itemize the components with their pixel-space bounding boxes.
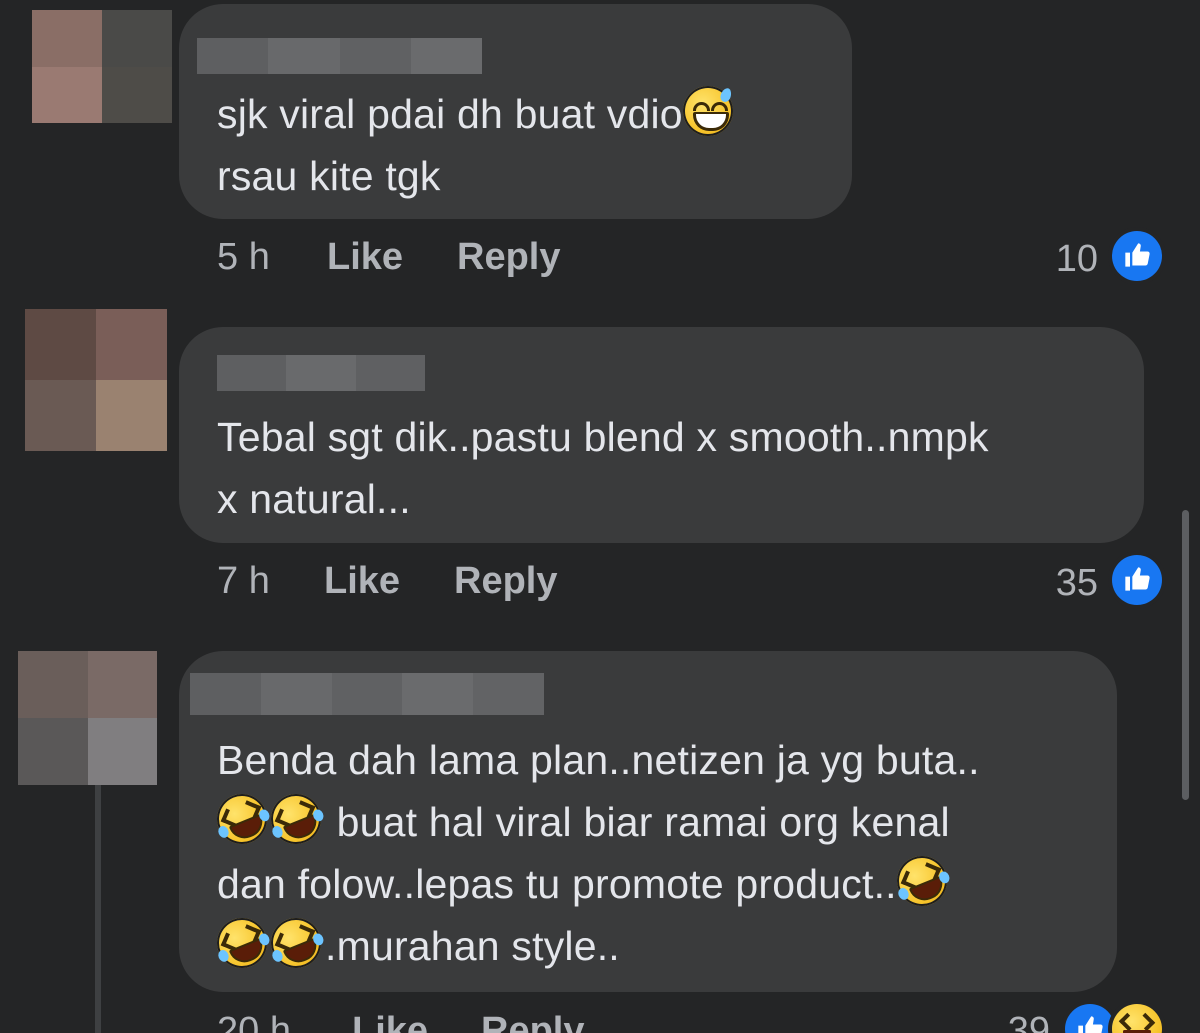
comment-line: dan folow..lepas tu promote product.. [217,861,897,907]
comment-line: Benda dah lama plan..netizen ja yg buta.… [217,737,980,783]
comment-timestamp[interactable]: 5 h [217,236,270,279]
like-icon[interactable] [1112,231,1162,281]
scrollbar-thumb[interactable] [1182,510,1189,800]
like-button[interactable]: Like [324,560,400,603]
rofl-emoji-icon [263,786,329,852]
like-icon[interactable] [1065,1004,1115,1033]
reaction-count[interactable]: 10 [998,238,1098,281]
avatar[interactable] [25,309,167,451]
comment-timestamp[interactable]: 7 h [217,560,270,603]
author-name-redacted[interactable] [190,673,544,715]
comment-line: .murahan style.. [325,923,620,969]
reply-button[interactable]: Reply [454,560,557,603]
author-name-redacted[interactable] [217,355,425,391]
rofl-emoji-icon [209,910,275,976]
like-button[interactable]: Like [327,236,403,279]
comment-text: Tebal sgt dik..pastu blend x smooth..nmp… [217,406,989,530]
reaction-count[interactable]: 35 [998,562,1098,605]
haha-icon[interactable] [1112,1004,1162,1033]
comment-line: Tebal sgt dik..pastu blend x smooth..nmp… [217,414,989,460]
comment-timestamp[interactable]: 20 h [217,1010,291,1033]
reply-thread-line [95,785,101,1033]
avatar[interactable] [18,651,157,785]
rofl-emoji-icon [209,786,275,852]
reply-button[interactable]: Reply [457,236,560,279]
like-button[interactable]: Like [352,1010,428,1033]
comment-line: rsau kite tgk [217,153,441,199]
author-name-redacted[interactable] [197,38,482,74]
like-icon[interactable] [1112,555,1162,605]
comment-text: Benda dah lama plan..netizen ja yg buta.… [209,729,980,977]
comment-line: x natural... [217,476,411,522]
rofl-emoji-icon [889,848,955,914]
reaction-count[interactable]: 39 [950,1010,1050,1033]
comment-text: sjk viral pdai dh buat vdio rsau kite tg… [217,83,737,207]
avatar[interactable] [32,10,172,123]
comment-line: sjk viral pdai dh buat vdio [217,91,683,137]
grinning-sweat-emoji-icon [682,86,733,136]
rofl-emoji-icon [263,910,329,976]
reply-button[interactable]: Reply [481,1010,584,1033]
comment-line: buat hal viral biar ramai org kenal [336,799,950,845]
comments-panel: sjk viral pdai dh buat vdio rsau kite tg… [0,0,1200,1033]
